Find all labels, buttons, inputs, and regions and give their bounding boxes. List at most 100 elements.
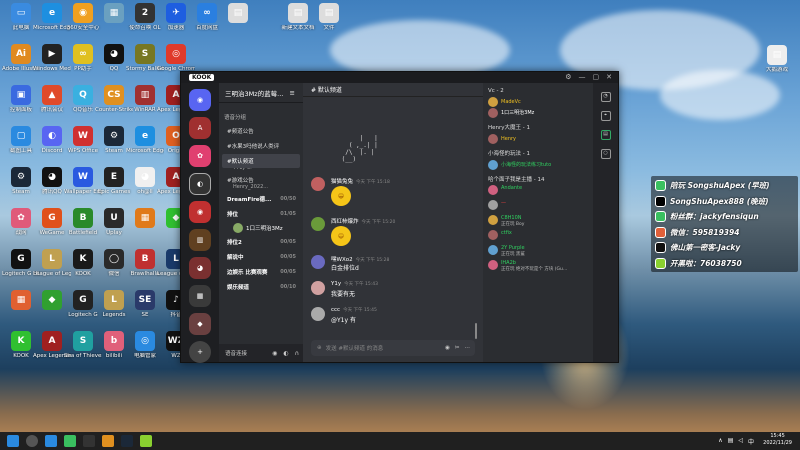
server-icon[interactable]: A <box>189 117 211 139</box>
server-name[interactable]: 三明治3Mz的蓝莓... ≡ <box>219 83 303 103</box>
member-item[interactable]: 1口三明治3Mz <box>483 107 595 118</box>
member-item[interactable]: C8H10N 正在玩 Boy <box>483 215 595 230</box>
voice-channel[interactable]: DreamFire德... 00/50 <box>222 192 300 206</box>
channel-item[interactable]: #默认频道 <box>222 154 300 168</box>
network-icon[interactable]: ▤ <box>728 437 734 446</box>
voice-channel[interactable]: 排位2 00/05 <box>222 235 300 249</box>
server-icon[interactable]: ◕ <box>189 257 211 279</box>
members-icon[interactable]: ▤ <box>600 130 611 140</box>
voice-channel-name: 排位 <box>227 212 239 218</box>
username[interactable]: 西红柿爆炸 <box>331 219 359 225</box>
app-icon: ∞ <box>73 44 93 64</box>
ime-label[interactable]: 中 <box>748 437 754 446</box>
explorer-icon[interactable] <box>102 435 114 447</box>
overlay-icon <box>655 180 666 192</box>
maximize-icon[interactable]: ▢ <box>593 73 600 81</box>
avatar[interactable] <box>311 255 325 269</box>
voice-channel[interactable]: 边娱乐 比赛观赛 00/05 <box>222 265 300 279</box>
app-icon: S <box>135 44 155 64</box>
app-icon: ◕ <box>42 167 62 187</box>
avatar[interactable] <box>311 307 325 321</box>
kook-taskbar-icon[interactable] <box>83 435 95 447</box>
voice-channel[interactable]: 排位 01/05 <box>222 207 300 221</box>
desktop-icon-label: 文件 <box>323 25 335 31</box>
mic-icon[interactable]: ◉ <box>272 350 277 357</box>
desktop-icon[interactable]: ▤ 文件 <box>310 3 348 32</box>
pin-icon[interactable]: ⌖ <box>600 111 611 121</box>
server-icon[interactable]: ◐ <box>189 173 211 195</box>
server-icon[interactable]: ▦ <box>189 285 211 307</box>
channel-item[interactable]: #频道公告 <box>222 124 300 138</box>
start-icon[interactable] <box>7 435 19 447</box>
server-icon[interactable]: ◆ <box>189 313 211 335</box>
avatar <box>233 223 243 233</box>
home-icon[interactable]: ◉ <box>189 89 211 111</box>
voice-channel[interactable]: 解说中 00/05 <box>222 250 300 264</box>
notification-icon[interactable]: ◔ <box>600 92 611 102</box>
desktop-icon[interactable]: ▤ 大鹅游戏 <box>758 45 796 74</box>
close-icon[interactable]: ✕ <box>606 73 612 81</box>
steam-icon[interactable] <box>121 435 133 447</box>
message-body: 😁 <box>331 186 351 206</box>
member-item[interactable]: ctfix <box>483 230 595 245</box>
app-icon[interactable] <box>140 435 152 447</box>
scrollbar[interactable] <box>475 323 477 339</box>
app-icon: G <box>11 249 31 269</box>
app-icon: ▦ <box>104 3 124 23</box>
search-icon[interactable]: ○ <box>600 149 611 159</box>
member-item[interactable]: Andante <box>483 185 595 200</box>
overlay-text: 佛山第一密客-Jacky <box>670 243 741 253</box>
volume-icon[interactable]: ◁ <box>738 437 743 446</box>
more-icon[interactable]: ⋯ <box>465 345 471 351</box>
avatar[interactable] <box>311 217 325 231</box>
desktop-icon[interactable]: ◎Google Chrome <box>157 44 195 73</box>
member-item[interactable]: MadeVc <box>483 96 595 107</box>
tray-arrow-icon[interactable]: ∧ <box>718 437 722 446</box>
message-input[interactable]: ⊕ 发送 #默认频道 的消息 ◉ ✂ ⋯ <box>311 340 475 356</box>
overlay-icon <box>655 257 666 269</box>
edge-icon[interactable] <box>45 435 57 447</box>
channel-item[interactable]: #水果3吗他说人类评 <box>222 139 300 153</box>
member-item[interactable]: Henry <box>483 133 595 144</box>
username[interactable]: Y1y <box>331 281 341 287</box>
server-icon[interactable]: ✿ <box>189 145 211 167</box>
voice-channel[interactable]: 娱乐频道 00/10 <box>222 280 300 294</box>
member-item[interactable]: lHA2b 正在玩 绝对不玩是个 方块 (Gu... <box>483 260 595 275</box>
settings-icon[interactable]: ⚙ <box>565 73 571 81</box>
voice-user-name: 1口三明治3Mz <box>246 226 283 232</box>
member-item[interactable]: 小海怪的玩法练习tuto <box>483 159 595 170</box>
channel-item[interactable]: #游戏公告 <box>222 173 300 187</box>
app-icon: Ai <box>11 44 31 64</box>
category-label[interactable]: 语音分组 <box>224 113 303 121</box>
server-icon[interactable]: ▥ <box>189 229 211 251</box>
overlay-line: 开黑啦：76038750 <box>655 256 794 272</box>
app-icon: ◎ <box>135 331 155 351</box>
headset-icon[interactable]: ∩ <box>295 350 299 357</box>
menu-icon[interactable]: ≡ <box>290 89 295 97</box>
username[interactable]: 猫猫兔兔 <box>331 179 353 185</box>
server-icon[interactable]: ◉ <box>189 201 211 223</box>
avatar[interactable] <box>311 281 325 295</box>
add-server-icon[interactable]: + <box>189 341 211 363</box>
overlay-icon <box>655 226 666 238</box>
voice-channel-count: 00/10 <box>280 284 296 290</box>
minimize-icon[interactable]: — <box>579 73 586 81</box>
member-item[interactable]: 一 <box>483 200 595 215</box>
tools-icon[interactable]: ✂ <box>455 345 460 351</box>
speaker-icon[interactable]: ◐ <box>283 350 288 357</box>
desktop-icon[interactable]: ▤ <box>219 3 257 25</box>
emoji-icon[interactable]: ◉ <box>445 345 450 351</box>
app-icon: E <box>104 167 124 187</box>
member-item[interactable]: 2Y Purple 正在玩 黑鲨 <box>483 245 595 260</box>
app-logo: KOOK <box>189 74 215 81</box>
search-icon[interactable] <box>26 435 38 447</box>
desktop-icon-label: 百度网盘 <box>195 25 218 31</box>
add-icon[interactable]: ⊕ <box>317 345 322 351</box>
avatar <box>488 96 498 107</box>
app-icon: B <box>135 249 155 269</box>
clock[interactable]: 15:45 2022/11/29 <box>763 433 792 447</box>
username[interactable]: ccc <box>331 307 340 313</box>
voice-user[interactable]: 1口三明治3Mz <box>219 222 303 234</box>
avatar[interactable] <box>311 177 325 191</box>
wechat-icon[interactable] <box>64 435 76 447</box>
